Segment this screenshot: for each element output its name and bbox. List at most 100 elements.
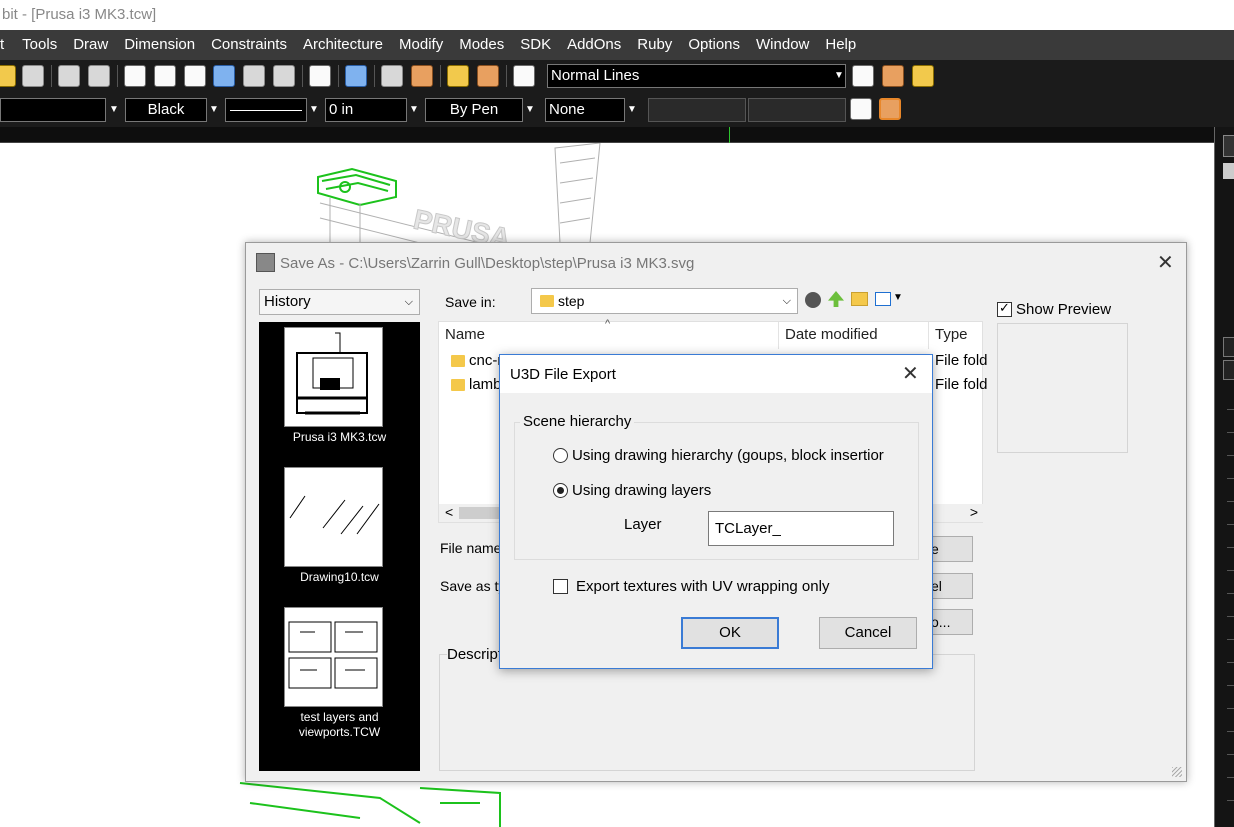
history-item-label-line2[interactable]: viewports.TCW xyxy=(259,725,420,740)
menu-item-options[interactable]: Options xyxy=(680,30,748,60)
zoom-window-icon[interactable] xyxy=(184,65,206,87)
redo-icon[interactable] xyxy=(88,65,110,87)
spell-check-icon[interactable] xyxy=(309,65,331,87)
pencil-icon[interactable] xyxy=(850,98,872,120)
menu-item-ruby[interactable]: Ruby xyxy=(629,30,680,60)
open-folder-icon[interactable] xyxy=(447,65,469,87)
close-icon[interactable]: ✕ xyxy=(902,364,919,384)
zoom-extents-icon[interactable] xyxy=(213,65,235,87)
menu-item-file-fragment[interactable]: t xyxy=(0,30,14,60)
chevron-down-icon[interactable]: ▼ xyxy=(306,98,322,122)
menu-item-dimension[interactable]: Dimension xyxy=(116,30,203,60)
mail-icon[interactable] xyxy=(912,65,934,87)
zoom-out-icon[interactable] xyxy=(154,65,176,87)
save-in-select[interactable]: step ⌵ xyxy=(531,288,798,314)
column-divider[interactable] xyxy=(928,322,929,349)
save-button[interactable]: e xyxy=(926,536,973,562)
properties-icon[interactable] xyxy=(513,65,535,87)
line-pattern-select[interactable] xyxy=(225,98,307,122)
stack-icon[interactable] xyxy=(879,98,901,120)
standard-toolbar: Normal Lines ▼ xyxy=(0,60,1234,93)
menu-item-tools[interactable]: Tools xyxy=(14,30,65,60)
view-menu-icon[interactable] xyxy=(875,292,891,306)
menu-item-sdk[interactable]: SDK xyxy=(512,30,559,60)
zoom-in-icon[interactable] xyxy=(124,65,146,87)
panel-tab[interactable] xyxy=(1223,337,1234,357)
show-preview-checkbox[interactable]: ✓ xyxy=(997,300,1012,317)
pen-select[interactable]: By Pen xyxy=(425,98,523,122)
menu-item-architecture[interactable]: Architecture xyxy=(295,30,391,60)
grid-icon[interactable] xyxy=(345,65,367,87)
menu-item-constraints[interactable]: Constraints xyxy=(203,30,295,60)
panel-tab[interactable] xyxy=(1223,135,1234,157)
chevron-down-icon[interactable]: ▼ xyxy=(522,98,538,122)
chevron-down-icon[interactable]: ▼ xyxy=(406,98,422,122)
up-folder-icon[interactable] xyxy=(828,291,844,307)
chevron-down-icon[interactable]: ▼ xyxy=(624,98,640,122)
paint-bucket-icon[interactable] xyxy=(381,65,403,87)
menu-bar: t Tools Draw Dimension Constraints Archi… xyxy=(0,30,1234,60)
column-divider[interactable] xyxy=(778,322,779,349)
export-textures-label[interactable]: Export textures with UV wrapping only xyxy=(576,578,829,595)
radio-hierarchy[interactable] xyxy=(553,448,568,463)
color-select[interactable]: Black xyxy=(125,98,207,122)
export-textures-checkbox[interactable] xyxy=(553,579,568,594)
menu-item-window[interactable]: Window xyxy=(748,30,817,60)
undo-icon[interactable] xyxy=(58,65,80,87)
chevron-down-icon[interactable]: ▼ xyxy=(831,64,847,88)
contact-card-icon[interactable] xyxy=(882,65,904,87)
file-type: File fold xyxy=(935,376,988,393)
zoom-circle-icon[interactable] xyxy=(273,65,295,87)
menu-item-help[interactable]: Help xyxy=(817,30,864,60)
line-width-select[interactable]: 0 in xyxy=(325,98,407,122)
layer-input[interactable]: TCLayer_ xyxy=(708,511,894,546)
column-header-date[interactable]: Date modified xyxy=(785,326,878,343)
brush-icon[interactable] xyxy=(22,65,44,87)
radio-layers[interactable] xyxy=(553,483,568,498)
line-style-select[interactable]: Normal Lines xyxy=(547,64,846,88)
chevron-down-icon[interactable]: ▼ xyxy=(206,98,222,122)
help-pointer-icon[interactable] xyxy=(852,65,874,87)
new-folder-icon[interactable] xyxy=(851,292,868,306)
panel-icon[interactable] xyxy=(1223,163,1234,179)
history-item-label[interactable]: Drawing10.tcw xyxy=(259,570,420,585)
layers-icon[interactable] xyxy=(477,65,499,87)
show-preview-label[interactable]: Show Preview xyxy=(1016,301,1111,318)
back-icon[interactable] xyxy=(805,292,821,308)
menu-item-modify[interactable]: Modify xyxy=(391,30,451,60)
layer-select[interactable] xyxy=(0,98,106,122)
dialog-title: Save As - C:\Users\Zarrin Gull\Desktop\s… xyxy=(280,255,695,272)
radio-layers-label[interactable]: Using drawing layers xyxy=(572,482,711,499)
ok-button[interactable]: OK xyxy=(681,617,779,649)
history-select[interactable]: History ⌵ xyxy=(259,289,420,315)
cancel-button[interactable]: el xyxy=(926,573,973,599)
radio-hierarchy-label[interactable]: Using drawing hierarchy (goups, block in… xyxy=(572,447,884,464)
close-icon[interactable]: ✕ xyxy=(1157,253,1174,273)
menu-item-draw[interactable]: Draw xyxy=(65,30,116,60)
fill-select[interactable]: None xyxy=(545,98,625,122)
scroll-right-icon[interactable]: > xyxy=(970,504,978,520)
window-title: bit - [Prusa i3 MK3.tcw] xyxy=(0,0,1234,30)
scroll-left-icon[interactable]: < xyxy=(445,504,453,520)
zoom-page-icon[interactable] xyxy=(243,65,265,87)
menu-item-addons[interactable]: AddOns xyxy=(559,30,629,60)
options-button[interactable]: o... xyxy=(926,609,973,635)
layer-label: Layer xyxy=(624,516,662,533)
history-thumbnail[interactable] xyxy=(284,607,383,707)
color-picker-icon[interactable] xyxy=(411,65,433,87)
chevron-down-icon[interactable]: ▼ xyxy=(106,98,122,122)
column-header-type[interactable]: Type xyxy=(935,326,968,343)
page-icon[interactable] xyxy=(0,65,16,87)
resize-grip[interactable] xyxy=(1172,767,1182,777)
menu-item-modes[interactable]: Modes xyxy=(451,30,512,60)
history-item-label[interactable]: Prusa i3 MK3.tcw xyxy=(259,430,420,445)
panel-tab[interactable] xyxy=(1223,360,1234,380)
chevron-down-icon[interactable]: ▼ xyxy=(893,292,903,303)
u3d-export-dialog: U3D File Export ✕ Scene hierarchy Using … xyxy=(499,354,933,669)
history-thumbnail[interactable] xyxy=(284,467,383,567)
history-thumbnail[interactable] xyxy=(284,327,383,427)
viewports-thumbnail-graphic xyxy=(288,621,378,689)
cancel-button[interactable]: Cancel xyxy=(819,617,917,649)
column-header-name[interactable]: Name xyxy=(445,326,485,343)
history-item-label[interactable]: test layers and xyxy=(259,710,420,725)
